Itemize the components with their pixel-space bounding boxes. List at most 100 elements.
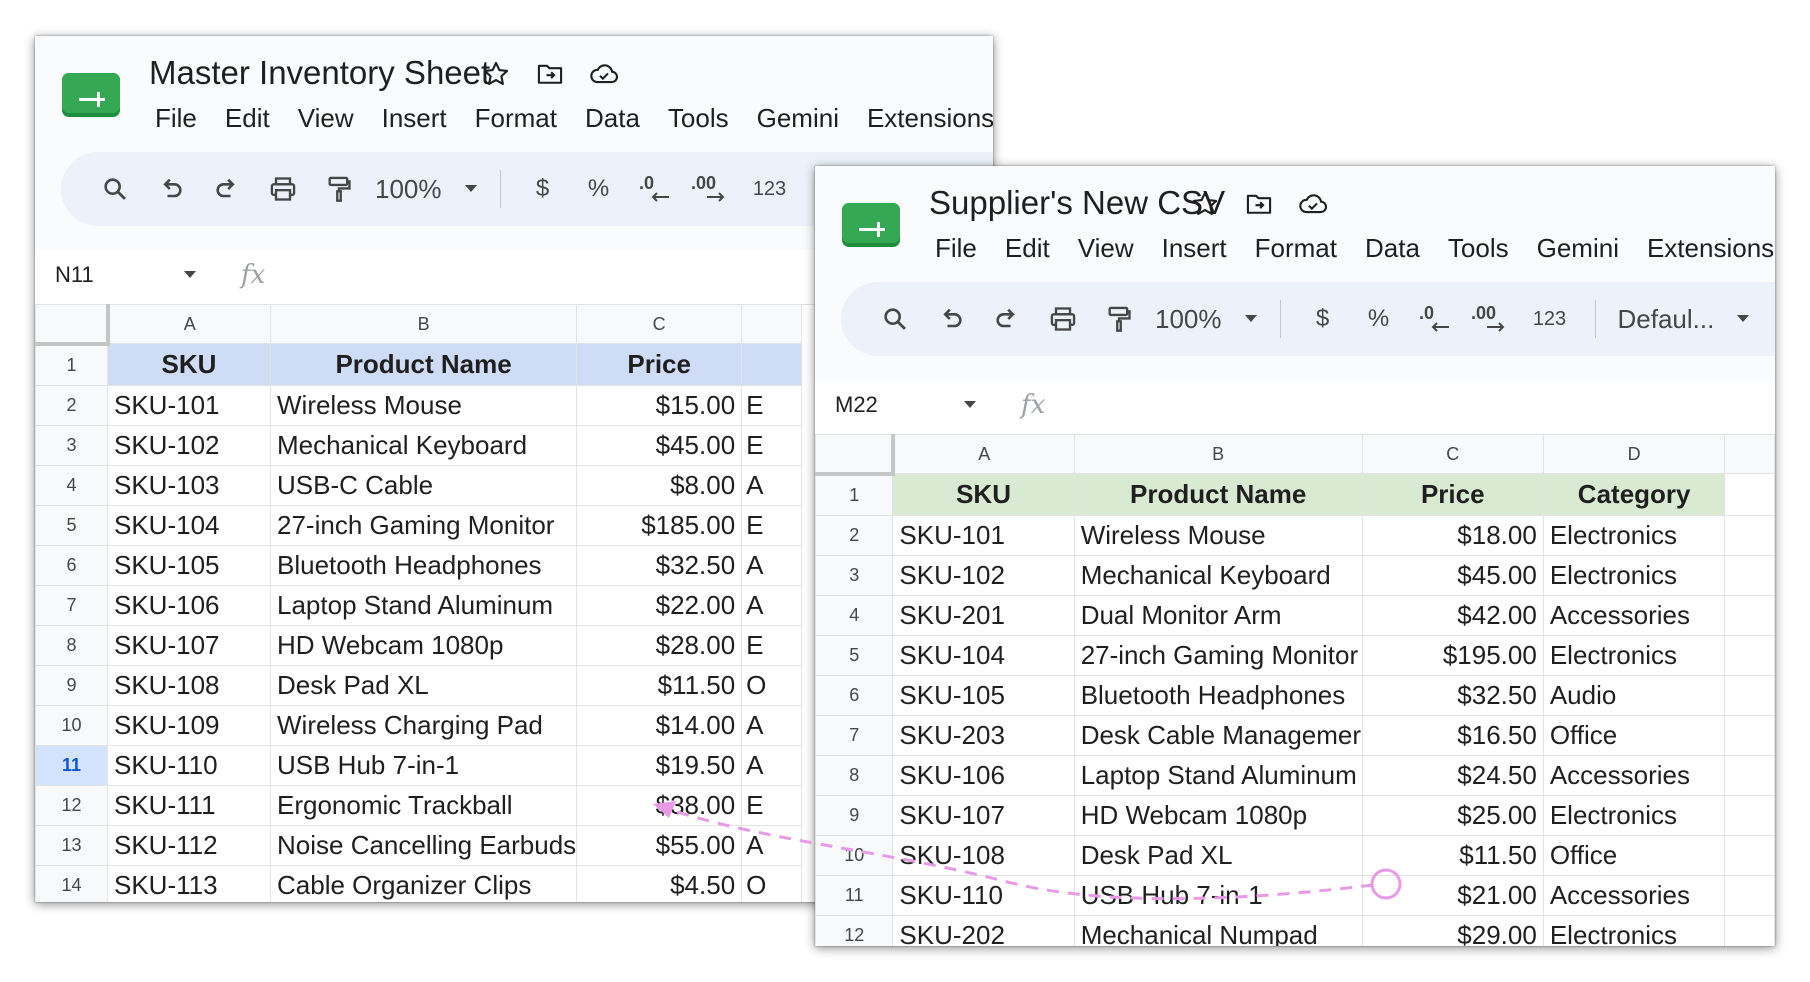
row-header[interactable]: 8 bbox=[35, 624, 108, 666]
price-cell[interactable]: $11.50 bbox=[576, 664, 743, 706]
paint-format-icon[interactable] bbox=[311, 167, 367, 211]
row-header[interactable]: 4 bbox=[35, 464, 108, 506]
print-icon[interactable] bbox=[1035, 297, 1091, 341]
menu-file[interactable]: File bbox=[141, 100, 211, 136]
price-cell[interactable]: $8.00 bbox=[576, 464, 743, 506]
star-icon[interactable] bbox=[1189, 188, 1221, 220]
row-header[interactable]: 7 bbox=[815, 714, 894, 756]
row-header[interactable]: 3 bbox=[815, 554, 894, 596]
row-header[interactable]: 6 bbox=[815, 674, 894, 716]
row-header[interactable]: 1 bbox=[35, 343, 108, 386]
star-icon[interactable] bbox=[480, 58, 512, 90]
menu-tools[interactable]: Tools bbox=[1434, 230, 1523, 266]
sku-cell[interactable]: SKU-101 bbox=[892, 514, 1075, 556]
zoom-select[interactable]: 100% bbox=[367, 167, 486, 211]
category-cell[interactable]: Office bbox=[1542, 714, 1726, 756]
clipped-next-column-cell[interactable]: A bbox=[741, 704, 803, 746]
row-header[interactable]: 11 bbox=[35, 744, 108, 786]
menu-data[interactable]: Data bbox=[1351, 230, 1434, 266]
category-cell[interactable]: Accessories bbox=[1542, 874, 1726, 916]
price-cell[interactable]: $42.00 bbox=[1361, 594, 1544, 636]
header-cell-sku[interactable]: SKU bbox=[892, 473, 1075, 516]
price-cell[interactable]: $195.00 bbox=[1361, 634, 1544, 676]
header-cell-price[interactable]: Price bbox=[1361, 473, 1544, 516]
category-cell[interactable]: Office bbox=[1542, 834, 1726, 876]
column-header-b[interactable]: B bbox=[269, 304, 578, 344]
sku-cell[interactable]: SKU-109 bbox=[107, 704, 271, 746]
clipped-next-column-cell[interactable]: A bbox=[741, 584, 803, 626]
product-name-cell[interactable]: Cable Organizer Clips bbox=[269, 864, 578, 902]
sku-cell[interactable]: SKU-104 bbox=[107, 504, 271, 546]
column-header-c[interactable]: C bbox=[1361, 434, 1544, 474]
search-icon[interactable] bbox=[87, 167, 143, 211]
product-name-cell[interactable]: Desk Pad XL bbox=[269, 664, 578, 706]
menu-extensions[interactable]: Extensions bbox=[1633, 230, 1775, 266]
menu-format[interactable]: Format bbox=[1241, 230, 1351, 266]
header-cell-sku[interactable]: SKU bbox=[107, 343, 271, 386]
percent-format-button[interactable]: % bbox=[1351, 305, 1407, 333]
product-name-cell[interactable]: Ergonomic Trackball bbox=[269, 784, 578, 826]
redo-icon[interactable] bbox=[979, 297, 1035, 341]
price-cell[interactable]: $29.00 bbox=[1361, 914, 1544, 946]
category-cell[interactable]: Electronics bbox=[1542, 514, 1726, 556]
row-header[interactable]: 9 bbox=[815, 794, 894, 836]
chevron-down-icon[interactable] bbox=[963, 400, 977, 410]
row-header[interactable]: 6 bbox=[35, 544, 108, 586]
column-header-d[interactable]: D bbox=[1542, 434, 1726, 474]
category-cell[interactable]: Accessories bbox=[1542, 754, 1726, 796]
empty-cell[interactable] bbox=[1724, 834, 1775, 876]
sku-cell[interactable]: SKU-203 bbox=[892, 714, 1075, 756]
name-box[interactable]: M22 bbox=[835, 392, 878, 418]
sku-cell[interactable]: SKU-112 bbox=[107, 824, 271, 866]
menu-extensions[interactable]: Extensions bbox=[853, 100, 993, 136]
product-name-cell[interactable]: Wireless Mouse bbox=[1073, 514, 1363, 556]
cloud-saved-icon[interactable] bbox=[1297, 188, 1329, 220]
price-cell[interactable]: $15.00 bbox=[576, 384, 743, 426]
price-cell[interactable]: $28.00 bbox=[576, 624, 743, 666]
currency-format-button[interactable]: $ bbox=[515, 175, 571, 203]
menu-tools[interactable]: Tools bbox=[654, 100, 743, 136]
clipped-next-column-cell[interactable]: A bbox=[741, 824, 803, 866]
number-format-button[interactable]: 123 bbox=[739, 178, 801, 201]
category-cell[interactable]: Electronics bbox=[1542, 634, 1726, 676]
name-box[interactable]: N11 bbox=[55, 262, 94, 288]
category-cell[interactable]: Audio bbox=[1542, 674, 1726, 716]
product-name-cell[interactable]: Dual Monitor Arm bbox=[1073, 594, 1363, 636]
column-header-a[interactable]: A bbox=[892, 434, 1075, 474]
price-cell[interactable]: $16.50 bbox=[1361, 714, 1544, 756]
increase-decimal-button[interactable]: .00 bbox=[1463, 297, 1519, 341]
product-name-cell[interactable]: Laptop Stand Aluminum bbox=[269, 584, 578, 626]
empty-cell[interactable] bbox=[1724, 794, 1775, 836]
product-name-cell[interactable]: USB Hub 7-in-1 bbox=[1073, 874, 1363, 916]
price-cell[interactable]: $55.00 bbox=[576, 824, 743, 866]
row-header[interactable]: 14 bbox=[35, 864, 108, 902]
sku-cell[interactable]: SKU-103 bbox=[107, 464, 271, 506]
zoom-select[interactable]: 100% bbox=[1147, 297, 1266, 341]
row-header[interactable]: 12 bbox=[815, 914, 894, 946]
row-header[interactable]: 2 bbox=[815, 514, 894, 556]
row-header[interactable]: 1 bbox=[815, 473, 894, 516]
menu-view[interactable]: View bbox=[284, 100, 368, 136]
sku-cell[interactable]: SKU-113 bbox=[107, 864, 271, 902]
price-cell[interactable]: $21.00 bbox=[1361, 874, 1544, 916]
price-cell[interactable]: $4.50 bbox=[576, 864, 743, 902]
category-cell[interactable]: Electronics bbox=[1542, 914, 1726, 946]
sku-cell[interactable]: SKU-201 bbox=[892, 594, 1075, 636]
product-name-cell[interactable]: Mechanical Numpad bbox=[1073, 914, 1363, 946]
sku-cell[interactable]: SKU-108 bbox=[892, 834, 1075, 876]
price-cell[interactable]: $19.50 bbox=[576, 744, 743, 786]
decrease-decimal-button[interactable]: .0 bbox=[627, 167, 683, 211]
row-header[interactable]: 3 bbox=[35, 424, 108, 466]
price-cell[interactable]: $14.00 bbox=[576, 704, 743, 746]
row-header[interactable]: 4 bbox=[815, 594, 894, 636]
column-header-b[interactable]: B bbox=[1073, 434, 1363, 474]
clipped-next-column-cell[interactable]: O bbox=[741, 664, 803, 706]
empty-cell[interactable] bbox=[1724, 674, 1775, 716]
cloud-saved-icon[interactable] bbox=[588, 58, 620, 90]
empty-cell[interactable] bbox=[1724, 714, 1775, 756]
row-header[interactable]: 8 bbox=[815, 754, 894, 796]
product-name-cell[interactable]: HD Webcam 1080p bbox=[269, 624, 578, 666]
header-cell-price[interactable]: Price bbox=[576, 343, 743, 386]
clipped-next-column-cell[interactable]: A bbox=[741, 464, 803, 506]
price-cell[interactable]: $38.00 bbox=[576, 784, 743, 826]
